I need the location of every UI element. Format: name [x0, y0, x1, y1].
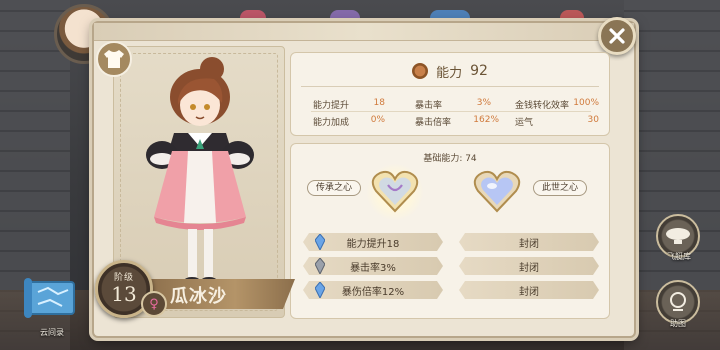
stat-money-efficiency: 金钱转化效率 100% [515, 98, 599, 111]
inherit-heart-label: 传承之心 [307, 180, 362, 196]
airship-hangar-label: 飞艇库 [667, 252, 691, 261]
medal-icon [412, 63, 429, 79]
cloud-record-button[interactable] [22, 276, 80, 326]
guide-label: 助图 [670, 319, 686, 328]
stat-crit-rate: 暴击率 3% [415, 98, 491, 111]
divider [301, 86, 599, 87]
heart-stat-row-crit-damage: 暴伤倍率12% [303, 281, 443, 299]
close-icon [609, 28, 625, 44]
heart-stat-row-crit: 暴击率3% [303, 257, 443, 275]
stat-ability-boost: 能力提升 18 [313, 98, 385, 111]
heart-emblem-icon [371, 170, 419, 213]
close-button[interactable] [598, 17, 636, 55]
world-heart-slot[interactable] [467, 164, 527, 220]
ability-label: 能力 [436, 65, 463, 81]
outfit-button[interactable] [96, 41, 132, 77]
locked-slot-1[interactable]: 封闭 [459, 233, 599, 251]
stats-panel: 能力 92 能力提升 18 暴击率 3% 金钱转化效率 100% 能力加成 0% 暴击倍… [290, 52, 610, 136]
divider [311, 111, 591, 112]
scroll-map-icon [24, 278, 75, 318]
cloud-record-label: 云间录 [40, 328, 64, 337]
base-power-text: 基础能力: 74 [423, 154, 477, 164]
locked-slot-3[interactable]: 封闭 [459, 281, 599, 299]
airship-icon [666, 228, 690, 244]
stat-crit-multiplier: 暴击倍率 162% [415, 115, 499, 128]
ability-value: 92 [470, 63, 488, 79]
stat-luck: 运气 30 [515, 115, 599, 128]
panel-header-bar [94, 23, 634, 41]
guide-book-icon [670, 292, 686, 311]
character-name: 瓜冰沙 [170, 286, 227, 307]
inherit-heart-slot[interactable] [365, 164, 425, 220]
heart-stat-row-ability: 能力提升18 [303, 233, 443, 251]
ability-header: 能力 92 [291, 61, 609, 81]
stat-ability-bonus: 能力加成 0% [313, 115, 385, 128]
locked-slot-2[interactable]: 封闭 [459, 257, 599, 275]
shirt-icon [104, 50, 124, 68]
heart-crystal-icon [473, 170, 521, 213]
world-heart-label: 此世之心 [533, 180, 588, 196]
heart-panel: 基础能力: 74 传承之心 此世之心 能力提升18 暴击率3% 暴伤倍率12% … [290, 143, 610, 319]
female-gender-icon: ♀ [141, 291, 167, 317]
